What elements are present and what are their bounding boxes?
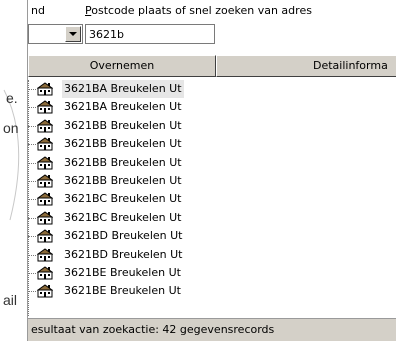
result-row[interactable]: 3621BB Breukelen Ut — [28, 117, 396, 135]
result-row[interactable]: 3621BD Breukelen Ut — [28, 246, 396, 264]
result-row[interactable]: 3621BB Breukelen Ut — [28, 172, 396, 190]
result-label: 3621BB Breukelen Ut — [64, 155, 182, 169]
result-label: 3621BE Breukelen Ut — [64, 284, 181, 298]
chevron-down-icon — [69, 32, 77, 36]
result-label: 3621BE Breukelen Ut — [64, 265, 181, 279]
tree-connector — [28, 125, 36, 127]
result-row[interactable]: 3621BC Breukelen Ut — [28, 190, 396, 208]
building-icon — [37, 82, 53, 96]
background-text-fragment: ail — [3, 292, 18, 308]
result-row[interactable]: 3621BC Breukelen Ut — [28, 209, 396, 227]
background-text-fragment: on — [3, 120, 19, 136]
building-icon — [37, 192, 53, 206]
result-row[interactable]: 3621BE Breukelen Ut — [28, 264, 396, 282]
result-label: 3621BB Breukelen Ut — [64, 137, 182, 151]
result-label: 3621BA Breukelen Ut — [64, 100, 182, 114]
tree-connector — [28, 254, 36, 256]
tree-connector — [28, 217, 36, 219]
result-label: 3621BC Breukelen Ut — [64, 192, 182, 206]
building-icon — [37, 229, 53, 243]
result-label: 3621BD Breukelen Ut — [64, 229, 183, 243]
postcode-label-text: ostcode plaats of snel zoeken van adres — [91, 4, 312, 17]
tree-connector — [28, 162, 36, 164]
building-icon — [37, 247, 53, 262]
action-button-row: Overnemen Detailinforma — [28, 55, 396, 77]
result-row[interactable]: 3621BB Breukelen Ut — [28, 135, 396, 153]
land-dropdown[interactable] — [28, 24, 83, 44]
tree-connector — [28, 272, 36, 274]
result-label: 3621BC Breukelen Ut — [64, 210, 182, 224]
result-label: 3621BB Breukelen Ut — [64, 118, 182, 132]
building-icon — [37, 137, 53, 151]
building-icon — [37, 266, 53, 280]
building-icon — [37, 119, 53, 133]
overnemen-button[interactable]: Overnemen — [28, 55, 216, 77]
result-label: 3621BD Breukelen Ut — [64, 247, 183, 261]
building-icon — [37, 100, 53, 114]
tree-connector — [28, 107, 36, 109]
result-list: 3621BA Breukelen Ut 3621BA Breukelen Ut … — [28, 80, 396, 301]
result-label: 3621BA Breukelen Ut — [62, 80, 184, 98]
postcode-search-input[interactable] — [85, 24, 215, 44]
tree-connector — [28, 236, 36, 238]
tree-connector — [28, 180, 36, 182]
background-text-fragment: e. — [6, 90, 18, 106]
postcode-column-label: Postcode plaats of snel zoeken van adres — [85, 4, 312, 17]
status-bar: esultaat van zoekactie: 42 gegevensrecor… — [28, 318, 396, 341]
building-icon — [37, 174, 53, 188]
land-column-label: nd — [31, 4, 45, 17]
tree-connector — [28, 291, 36, 293]
postcode-search-panel: nd Postcode plaats of snel zoeken van ad… — [27, 0, 396, 341]
detailinformatie-button[interactable]: Detailinforma — [216, 55, 396, 77]
result-label: 3621BB Breukelen Ut — [64, 173, 182, 187]
tree-connector — [28, 144, 36, 146]
tree-connector — [28, 199, 36, 201]
building-icon — [37, 155, 53, 170]
result-row[interactable]: 3621BE Breukelen Ut — [28, 282, 396, 300]
result-row[interactable]: 3621BA Breukelen Ut — [28, 80, 396, 98]
result-row[interactable]: 3621BB Breukelen Ut — [28, 154, 396, 172]
field-header-row: nd Postcode plaats of snel zoeken van ad… — [28, 0, 396, 22]
result-row[interactable]: 3621BD Breukelen Ut — [28, 227, 396, 245]
building-icon — [37, 211, 53, 225]
result-row[interactable]: 3621BA Breukelen Ut — [28, 98, 396, 116]
tree-connector — [28, 89, 36, 90]
building-icon — [37, 284, 53, 298]
dropdown-button[interactable] — [65, 26, 81, 42]
